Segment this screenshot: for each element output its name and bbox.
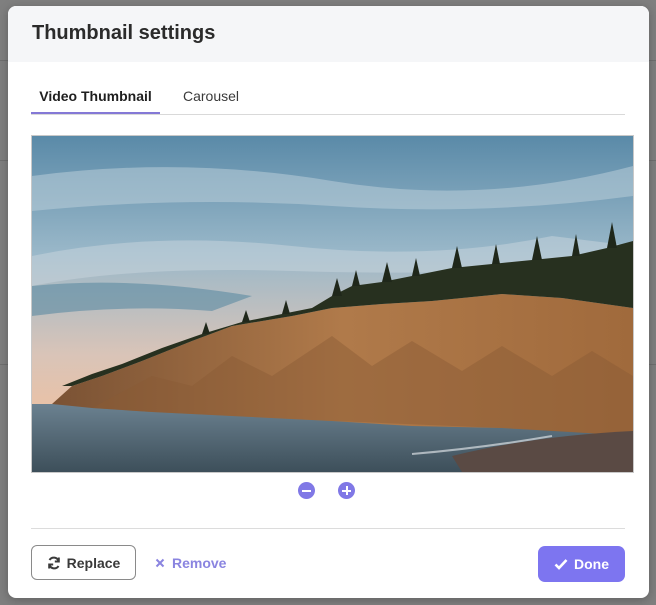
done-label: Done — [574, 556, 609, 572]
replace-button[interactable]: Replace — [31, 545, 136, 580]
dialog-title: Thumbnail settings — [32, 22, 216, 44]
zoom-in-button[interactable] — [338, 482, 355, 499]
zoom-out-button[interactable] — [298, 482, 315, 499]
remove-label: Remove — [172, 554, 227, 571]
tab-carousel[interactable]: Carousel — [174, 83, 248, 112]
dialog-header: Thumbnail settings — [8, 6, 649, 62]
close-icon — [155, 558, 165, 567]
remove-button[interactable]: Remove — [155, 545, 226, 580]
plus-icon-vertical-bar — [345, 486, 348, 495]
thumbnail-settings-dialog: Thumbnail settings Video Thumbnail Carou… — [8, 6, 649, 598]
tab-video-thumbnail[interactable]: Video Thumbnail — [31, 83, 160, 114]
thumbnail-preview[interactable] — [31, 135, 634, 473]
tab-bar: Video Thumbnail Carousel — [31, 83, 625, 115]
done-button[interactable]: Done — [538, 546, 625, 582]
check-icon — [554, 559, 568, 570]
minus-circle-icon — [302, 489, 311, 492]
refresh-icon — [47, 556, 60, 569]
footer-divider — [31, 528, 625, 529]
thumbnail-image — [32, 136, 633, 472]
replace-label: Replace — [66, 554, 121, 571]
